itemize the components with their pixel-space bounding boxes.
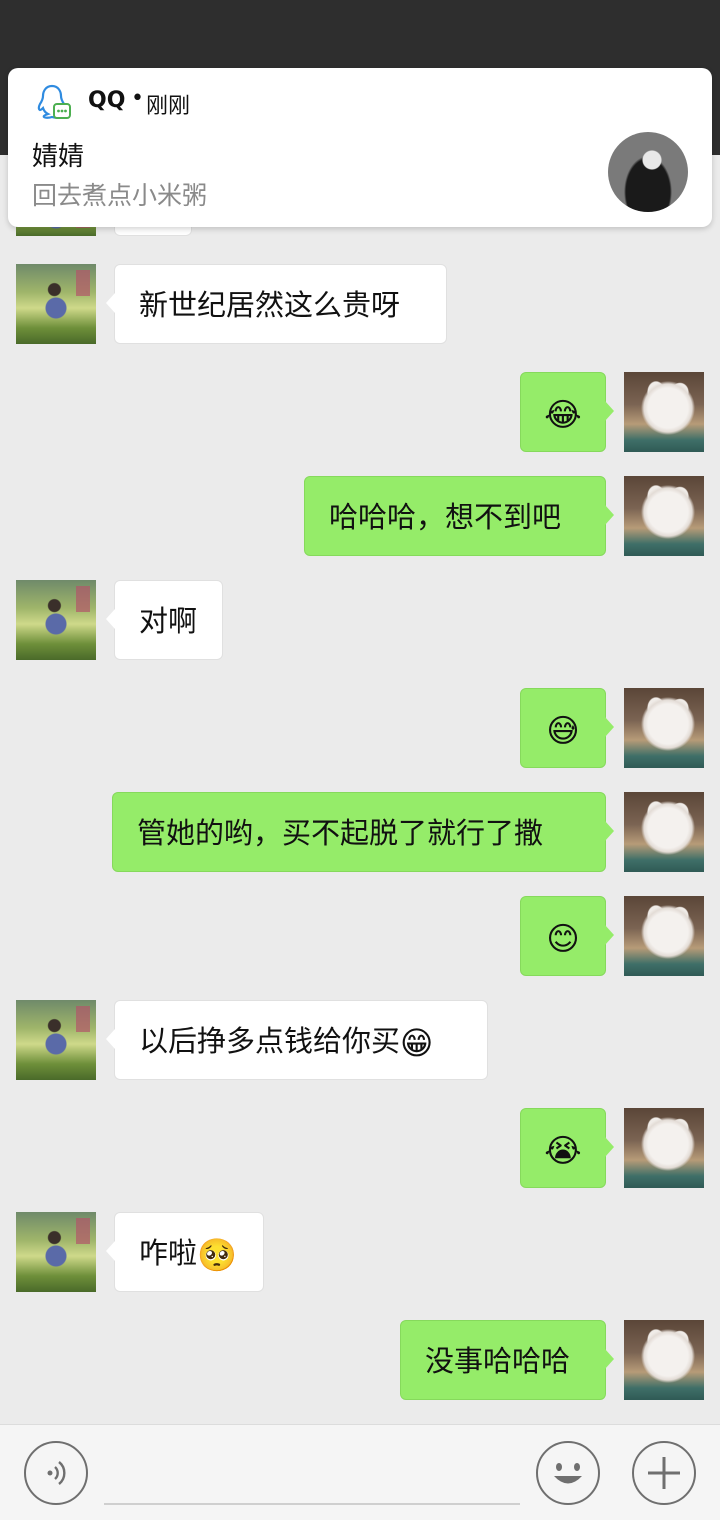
message-text: 以后挣多点钱给你买 (139, 1024, 401, 1058)
message-row: 😊 (0, 896, 720, 976)
message-text: 没事哈哈哈 (425, 1344, 571, 1378)
emoji-sweat-smile: 😅 (546, 711, 580, 750)
qq-penguin-icon (32, 82, 72, 122)
emoji-crying: 😭 (544, 1131, 582, 1170)
outgoing-message-bubble[interactable]: 😂 (520, 372, 614, 452)
message-row: 咋啦🥺 (0, 1212, 720, 1292)
message-row: 新世纪居然这么贵呀 (0, 264, 720, 344)
message-input[interactable] (104, 1443, 520, 1505)
my-avatar[interactable] (624, 896, 704, 976)
notification-separator: • (131, 86, 144, 111)
friend-avatar[interactable] (16, 1212, 96, 1292)
chat-input-bar (0, 1424, 720, 1520)
outgoing-message-bubble[interactable]: 😭 (520, 1108, 614, 1188)
outgoing-message-bubble[interactable]: 😅 (520, 688, 614, 768)
notification-title: 婧婧 (32, 142, 85, 172)
notification-time: 刚刚 (146, 94, 191, 119)
incoming-message-bubble[interactable]: 咋啦🥺 (106, 1212, 264, 1292)
friend-avatar[interactable] (16, 264, 96, 344)
my-avatar[interactable] (624, 372, 704, 452)
message-row: 😂 (0, 372, 720, 452)
more-button[interactable] (632, 1441, 696, 1505)
message-text: 咋啦 (139, 1236, 198, 1270)
push-notification[interactable]: QQ • 刚刚 婧婧 回去煮点小米粥 (8, 68, 712, 227)
my-avatar[interactable] (624, 1320, 704, 1400)
message-row: 没事哈哈哈 (0, 1320, 720, 1400)
message-text: 对啊 (139, 604, 198, 638)
my-avatar[interactable] (624, 476, 704, 556)
outgoing-message-bubble[interactable]: 没事哈哈哈 (400, 1320, 614, 1400)
incoming-message-bubble[interactable]: 新世纪居然这么贵呀 (106, 264, 447, 344)
emoji-button[interactable] (536, 1441, 600, 1505)
incoming-message-bubble[interactable]: 以后挣多点钱给你买😁 (106, 1000, 488, 1080)
message-row: 对啊 (0, 580, 720, 660)
my-avatar[interactable] (624, 792, 704, 872)
my-avatar[interactable] (624, 1108, 704, 1188)
my-avatar[interactable] (624, 688, 704, 768)
incoming-message-bubble[interactable]: 对啊 (106, 580, 223, 660)
message-row: 以后挣多点钱给你买😁 (0, 1000, 720, 1080)
message-text: 哈哈哈，想不到吧 (329, 500, 562, 534)
message-row: 😅 (0, 688, 720, 768)
outgoing-message-bubble[interactable]: 哈哈哈，想不到吧 (304, 476, 614, 556)
message-text: 新世纪居然这么贵呀 (139, 288, 401, 322)
outgoing-message-bubble[interactable]: 管她的哟，买不起脱了就行了撒 (112, 792, 614, 872)
friend-avatar[interactable] (16, 580, 96, 660)
message-row: 哈哈哈，想不到吧 (0, 476, 720, 556)
friend-avatar[interactable] (16, 1000, 96, 1080)
message-row: 😭 (0, 1108, 720, 1188)
emoji-grin: 😁 (400, 1024, 434, 1062)
message-row: 管她的哟，买不起脱了就行了撒 (0, 792, 720, 872)
message-text: 管她的哟，买不起脱了就行了撒 (137, 816, 544, 850)
emoji-pleading: 🥺 (197, 1236, 237, 1274)
voice-button[interactable] (24, 1441, 88, 1505)
emoji-tears-of-joy: 😂 (544, 395, 582, 434)
notification-app-name: QQ (88, 88, 126, 113)
sender-avatar (608, 132, 688, 212)
emoji-blush: 😊 (546, 919, 580, 958)
outgoing-message-bubble[interactable]: 😊 (520, 896, 614, 976)
notification-body: 回去煮点小米粥 (32, 181, 208, 210)
